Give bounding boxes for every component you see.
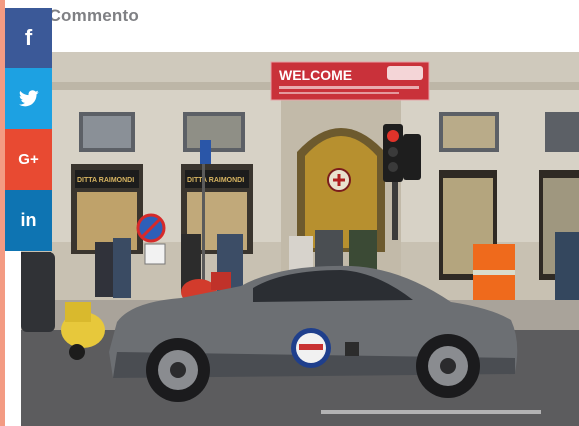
side-accent-gap — [5, 251, 21, 426]
linkedin-icon: in — [20, 210, 37, 230]
social-share-bar: f G+ in — [5, 8, 52, 251]
welcome-banner-text: WELCOME — [279, 67, 352, 83]
article-photo: WELCOME DITTA RAIMONDI DITTA RAIMONDI — [21, 52, 579, 426]
facebook-share-button[interactable]: f — [5, 8, 52, 68]
twitter-share-button[interactable] — [5, 68, 52, 129]
article-meta-bar: 0 Commento — [0, 0, 579, 50]
street-scene-image: WELCOME DITTA RAIMONDI DITTA RAIMONDI — [21, 52, 579, 426]
google-plus-icon: G+ — [18, 151, 39, 168]
google-plus-share-button[interactable]: G+ — [5, 129, 52, 190]
shop-sign-right: DITTA RAIMONDI — [187, 177, 244, 184]
facebook-icon: f — [24, 25, 33, 50]
shop-sign-left: DITTA RAIMONDI — [77, 177, 134, 184]
twitter-icon — [18, 90, 39, 107]
linkedin-share-button[interactable]: in — [5, 190, 52, 251]
